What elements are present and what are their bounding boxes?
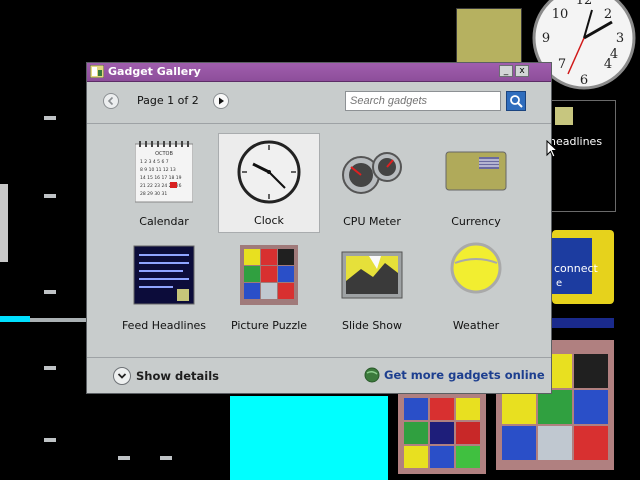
- search-icon: [510, 95, 523, 108]
- calendar-thumbnail-icon: OCTOB 1 2 3 4 5 6 7 8 9 10 11 12 13 14 1…: [135, 141, 193, 203]
- desktop-icon-fragment: [44, 366, 56, 370]
- toolbar-divider: [87, 123, 551, 124]
- previous-page-button[interactable]: [103, 93, 119, 109]
- desktop-icon-fragment: [44, 438, 56, 442]
- desktop-icon-fragment: [44, 116, 56, 120]
- desktop-puzzle-gadget-1: [398, 392, 486, 474]
- picture-puzzle-thumbnail-icon: [240, 245, 298, 305]
- desktop-cyan-panel: [230, 396, 388, 480]
- gadget-gallery-icon: [90, 65, 104, 78]
- gadget-gallery-window: Gadget Gallery _ x Page 1 of 2 Search ga…: [86, 62, 552, 394]
- gadget-tile-feed-headlines[interactable]: Feed Headlines: [113, 237, 215, 337]
- svg-text:28 29 30 31: 28 29 30 31: [140, 191, 167, 197]
- desktop-icon-fragment: [160, 456, 172, 460]
- desktop-cyan-stripe: [0, 316, 30, 322]
- feed-headlines-thumbnail-icon: [133, 245, 195, 305]
- show-details-link[interactable]: Show details: [136, 369, 219, 383]
- sidebar-gadget-top: [456, 8, 522, 68]
- gadget-tile-picture-puzzle[interactable]: Picture Puzzle: [218, 237, 320, 337]
- desktop-left-panel: [0, 184, 8, 262]
- search-button[interactable]: [506, 91, 526, 111]
- sidebar-stripe: [552, 318, 614, 328]
- svg-text:6: 6: [580, 73, 588, 88]
- gadget-label: CPU Meter: [343, 215, 401, 228]
- window-title: Gadget Gallery: [108, 65, 201, 78]
- svg-text:4: 4: [610, 47, 618, 62]
- gadget-label: Weather: [452, 319, 500, 332]
- desktop-icon-fragment: [118, 456, 130, 460]
- chevron-left-icon: [107, 96, 114, 106]
- globe-icon: [364, 367, 380, 383]
- connect-sub-fragment: e: [556, 278, 563, 289]
- title-bar[interactable]: Gadget Gallery _ x: [87, 63, 551, 82]
- svg-text:OCTOB: OCTOB: [155, 151, 173, 157]
- gadget-tile-currency[interactable]: Currency: [425, 133, 527, 233]
- connect-fragment: connect: [554, 262, 598, 275]
- svg-text:7: 7: [558, 57, 566, 72]
- gadget-tile-slide-show[interactable]: Slide Show: [321, 237, 423, 337]
- get-more-gadgets-link[interactable]: Get more gadgets online: [384, 368, 545, 382]
- desktop-icon-fragment: [44, 194, 56, 198]
- gadget-tile-calendar[interactable]: OCTOB 1 2 3 4 5 6 7 8 9 10 11 12 13 14 1…: [113, 133, 215, 233]
- weather-thumbnail-icon: [450, 242, 502, 294]
- clock-thumbnail-icon: [237, 140, 301, 204]
- minimize-button[interactable]: _: [499, 65, 513, 77]
- slide-show-thumbnail-icon: [341, 251, 403, 299]
- svg-text:2: 2: [604, 7, 612, 22]
- gadget-label: Picture Puzzle: [230, 319, 308, 332]
- chevron-down-icon: [117, 373, 127, 379]
- svg-text:14 15 16 17 18 19: 14 15 16 17 18 19: [140, 175, 182, 181]
- desktop-icon-fragment: [44, 290, 56, 294]
- cpu-meter-thumbnail-icon: [342, 152, 402, 194]
- svg-text:9: 9: [542, 31, 550, 46]
- play-next-icon: [219, 97, 224, 105]
- desktop-gray-stripe: [30, 318, 90, 322]
- gadget-label: Currency: [451, 215, 501, 228]
- gadget-label: Clock: [254, 214, 284, 227]
- page-indicator: Page 1 of 2: [137, 94, 199, 107]
- sidebar-weather-gadget: connect e: [552, 230, 614, 304]
- next-page-button[interactable]: [213, 93, 229, 109]
- show-details-toggle[interactable]: [113, 367, 131, 385]
- gadget-label: Slide Show: [341, 319, 403, 332]
- close-button[interactable]: x: [515, 65, 529, 77]
- gadget-label: Calendar: [139, 215, 189, 228]
- svg-text:8 9 10 11 12 13: 8 9 10 11 12 13: [140, 167, 176, 173]
- footer-divider: [87, 357, 551, 358]
- toolbar: Page 1 of 2: [87, 83, 551, 119]
- gadget-tile-weather[interactable]: Weather: [425, 237, 527, 337]
- search-input[interactable]: [345, 91, 501, 111]
- svg-text:12: 12: [576, 0, 593, 8]
- currency-thumbnail-icon: [445, 151, 507, 191]
- svg-text:3: 3: [616, 31, 624, 46]
- gadget-label: Feed Headlines: [121, 319, 207, 332]
- gadget-tile-clock[interactable]: Clock: [218, 133, 320, 233]
- gadget-tile-cpu-meter[interactable]: CPU Meter: [321, 133, 423, 233]
- svg-text:10: 10: [552, 7, 569, 22]
- mouse-cursor-icon: [546, 140, 558, 158]
- svg-text:1 2 3 4 5 6 7: 1 2 3 4 5 6 7: [140, 159, 169, 165]
